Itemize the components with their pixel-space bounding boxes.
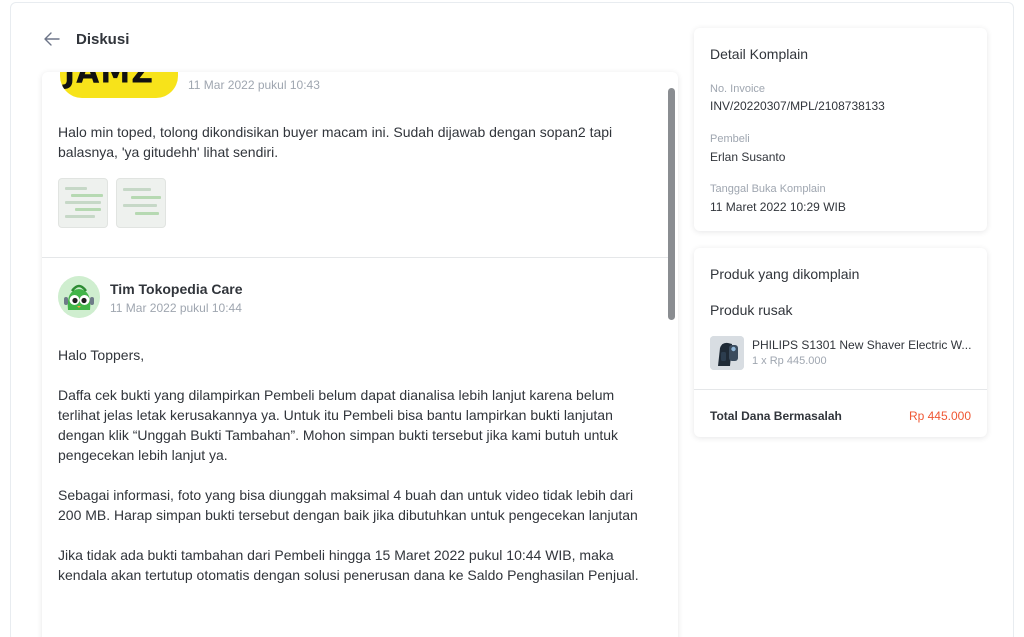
product-quantity-price: 1 x Rp 445.000 xyxy=(752,355,827,367)
buyer-value: Erlan Susanto xyxy=(710,150,786,164)
post-timestamp: 11 Mar 2022 pukul 10:43 xyxy=(188,78,320,92)
buyer-label: Pembeli xyxy=(710,133,750,145)
opened-date-label: Tanggal Buka Komplain xyxy=(710,183,826,195)
arrow-left-icon[interactable] xyxy=(42,29,62,49)
complained-product-card: Produk yang dikomplain Produk rusak PHIL… xyxy=(694,248,987,437)
attachment-list xyxy=(58,178,166,228)
post-paragraph: Jika tidak ada bukti tambahan dari Pembe… xyxy=(58,547,639,583)
total-label: Total Dana Bermasalah xyxy=(710,409,842,423)
opened-date-value: 11 Maret 2022 10:29 WIB xyxy=(710,200,846,214)
page-header: Diskusi xyxy=(42,28,129,50)
post-author: Tim Tokopedia Care xyxy=(110,281,243,297)
seller-logo: JAMZ xyxy=(60,72,178,98)
attachment-thumbnail[interactable] xyxy=(58,178,108,228)
tokopedia-care-avatar xyxy=(58,276,100,318)
invoice-value[interactable]: INV/20220307/MPL/2108738133 xyxy=(710,99,885,113)
post-body: Halo Toppers, Daffa cek bukti yang dilam… xyxy=(58,345,648,605)
divider xyxy=(694,389,987,390)
discussion-post: JAMZ 11 Mar 2022 pukul 10:43 Halo min to… xyxy=(42,72,668,258)
post-timestamp: 11 Mar 2022 pukul 10:44 xyxy=(110,301,242,315)
product-image[interactable] xyxy=(710,336,744,370)
product-name[interactable]: PHILIPS S1301 New Shaver Electric W... xyxy=(752,338,978,352)
post-body: Halo min toped, tolong dikondisikan buye… xyxy=(58,124,613,160)
card-title: Produk yang dikomplain xyxy=(710,266,860,282)
discussion-panel[interactable]: JAMZ 11 Mar 2022 pukul 10:43 Halo min to… xyxy=(42,72,678,637)
scrollbar-thumb[interactable] xyxy=(668,88,675,320)
complaint-reason: Produk rusak xyxy=(710,302,793,318)
post-paragraph: Daffa cek bukti yang dilampirkan Pembeli… xyxy=(58,387,619,463)
page-title: Diskusi xyxy=(76,30,130,48)
attachment-thumbnail[interactable] xyxy=(116,178,166,228)
post-paragraph: Halo Toppers, xyxy=(58,347,145,363)
invoice-label: No. Invoice xyxy=(710,83,766,95)
post-paragraph: Sebagai informasi, foto yang bisa diungg… xyxy=(58,487,638,523)
complaint-detail-card: Detail Komplain No. Invoice INV/20220307… xyxy=(694,28,987,231)
total-value: Rp 445.000 xyxy=(908,409,971,423)
card-title: Detail Komplain xyxy=(710,46,809,62)
